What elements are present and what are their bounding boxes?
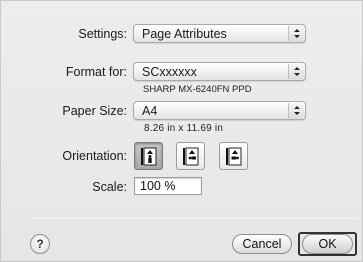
orientation-landscape-reversed-button[interactable] — [219, 142, 248, 170]
paper-size-popup[interactable]: A4 — [133, 101, 306, 120]
landscape-person-icon — [183, 147, 199, 166]
orientation-label: Orientation: — [62, 149, 127, 163]
printer-name-text: SHARP MX-6240FN PPD — [143, 84, 252, 95]
portrait-person-icon — [141, 147, 157, 166]
format-for-label: Format for: — [65, 65, 127, 79]
divider — [32, 218, 358, 219]
paper-dimensions-text: 8.26 in x 11.69 in — [144, 123, 224, 134]
help-button[interactable]: ? — [30, 234, 50, 254]
updown-arrows-icon — [288, 103, 304, 118]
scale-label: Scale: — [92, 180, 127, 194]
scale-input[interactable] — [135, 178, 201, 194]
ok-button-focus-ring: OK — [298, 232, 357, 256]
ok-button[interactable]: OK — [302, 234, 353, 254]
settings-popup[interactable]: Page Attributes — [133, 24, 306, 43]
updown-arrows-icon — [288, 26, 304, 41]
paper-size-label: Paper Size: — [62, 104, 127, 118]
scale-field[interactable] — [134, 177, 202, 195]
settings-label: Settings: — [78, 27, 127, 41]
orientation-landscape-button[interactable] — [176, 142, 205, 170]
settings-value: Page Attributes — [142, 27, 227, 41]
orientation-portrait-button[interactable] — [134, 142, 163, 170]
landscape-reversed-person-icon — [226, 147, 242, 166]
format-for-value: SCxxxxxx — [142, 65, 197, 79]
updown-arrows-icon — [288, 64, 304, 79]
page-setup-dialog: Settings: Page Attributes Format for: SC… — [0, 0, 363, 262]
cancel-button[interactable]: Cancel — [232, 234, 292, 254]
paper-size-value: A4 — [142, 104, 158, 118]
format-for-popup[interactable]: SCxxxxxx — [133, 62, 306, 81]
